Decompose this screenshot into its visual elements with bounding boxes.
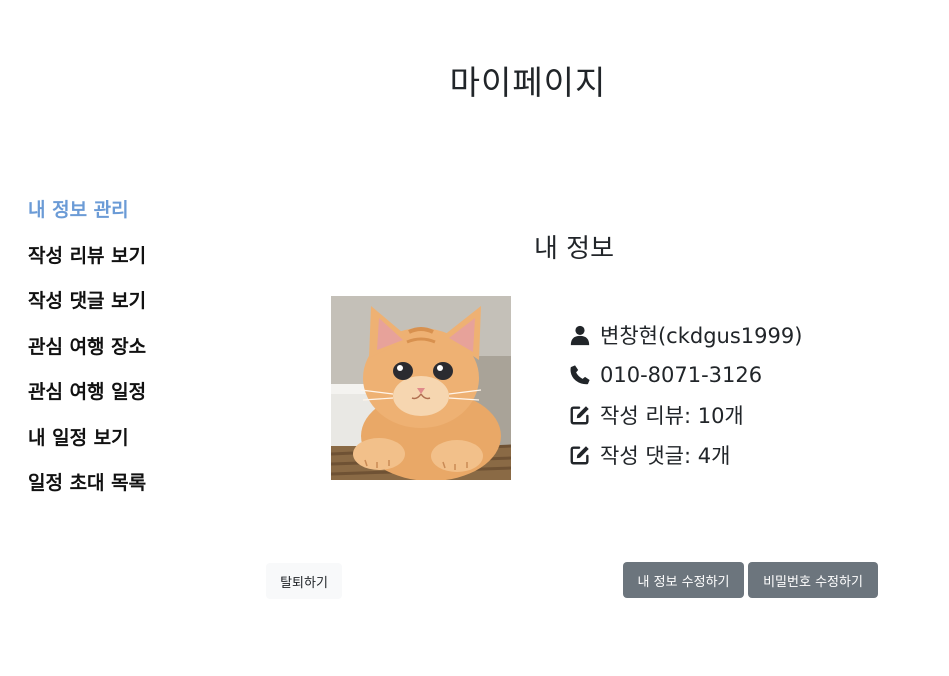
change-password-button[interactable]: 비밀번호 수정하기 [748, 562, 878, 598]
section-title: 내 정보 [534, 233, 615, 264]
sidebar-item-plan-invitations[interactable]: 일정 초대 목록 [28, 469, 146, 515]
page-title: 마이페이지 [449, 63, 607, 103]
kitten-image [331, 296, 511, 480]
profile-reviews-row: 작성 리뷰: 10개 [568, 395, 802, 435]
edit-icon [568, 443, 592, 467]
sidebar-item-my-reviews[interactable]: 작성 리뷰 보기 [28, 242, 146, 288]
sidebar-item-favorite-plans[interactable]: 관심 여행 일정 [28, 378, 146, 424]
profile-info-list: 변창현(ckdgus1999) 010-8071-3126 작성 리뷰: 10개… [568, 315, 802, 475]
mypage: 마이페이지 내 정보 관리 작성 리뷰 보기 작성 댓글 보기 관심 여행 장소… [0, 0, 949, 676]
sidebar-item-favorite-places[interactable]: 관심 여행 장소 [28, 333, 146, 379]
sidebar-item-my-plans[interactable]: 내 일정 보기 [28, 424, 146, 470]
profile-name-row: 변창현(ckdgus1999) [568, 315, 802, 355]
sidebar-item-my-comments[interactable]: 작성 댓글 보기 [28, 287, 146, 333]
sidebar-item-my-info[interactable]: 내 정보 관리 [28, 196, 146, 242]
phone-icon [568, 363, 592, 387]
user-icon [568, 323, 592, 347]
sidebar-menu: 내 정보 관리 작성 리뷰 보기 작성 댓글 보기 관심 여행 장소 관심 여행… [28, 196, 146, 515]
edit-icon [568, 403, 592, 427]
withdraw-button[interactable]: 탈퇴하기 [266, 563, 342, 599]
profile-phone: 010-8071-3126 [600, 363, 763, 387]
profile-comments-row: 작성 댓글: 4개 [568, 435, 802, 475]
edit-info-button[interactable]: 내 정보 수정하기 [623, 562, 744, 598]
profile-photo [331, 296, 511, 480]
profile-review-count: 작성 리뷰: 10개 [600, 404, 744, 428]
profile-name: 변창현(ckdgus1999) [600, 324, 803, 348]
profile-comment-count: 작성 댓글: 4개 [600, 444, 731, 468]
profile-phone-row: 010-8071-3126 [568, 355, 802, 395]
